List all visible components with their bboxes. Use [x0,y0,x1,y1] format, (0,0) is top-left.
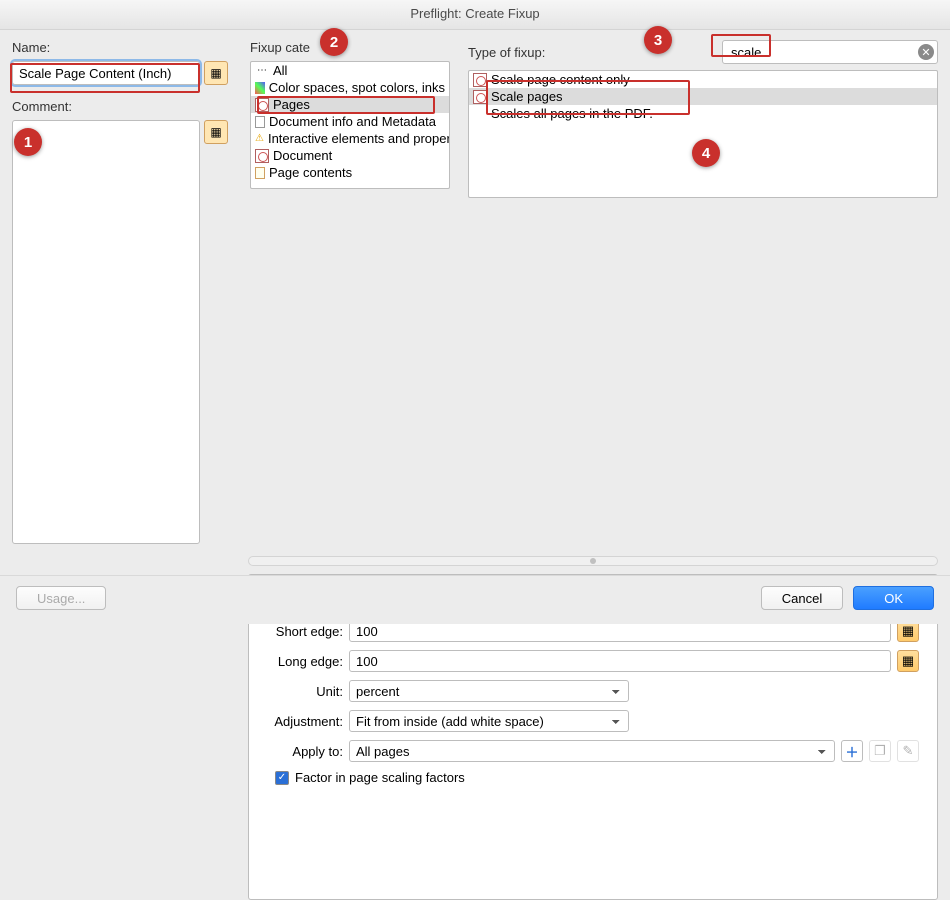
usage-button[interactable]: Usage... [16,586,106,610]
search-wrap: ✕ [722,40,938,64]
page-icon [255,167,265,179]
duplicate-button[interactable]: ❐ [869,740,891,762]
checkbox-checked-icon[interactable]: ✓ [275,771,289,785]
comment-variable-icon[interactable]: ▦ [204,120,228,144]
list-item[interactable]: Document info and Metadata [251,113,449,130]
clear-search-icon[interactable]: ✕ [918,44,934,60]
comment-label: Comment: [12,99,232,114]
dots-icon: ⋯ [255,64,269,78]
checkbox-row[interactable]: ✓ Factor in page scaling factors [275,770,919,785]
adjustment-label: Adjustment: [267,714,343,729]
list-item[interactable]: ⋯ All [251,62,449,79]
long-edge-variable-icon[interactable]: ▦ [897,650,919,672]
ok-button[interactable]: OK [853,586,934,610]
unit-label: Unit: [267,684,343,699]
fixup-type-label: Type of fixup: [468,45,545,60]
list-item-label: Page contents [269,165,352,180]
edit-button[interactable]: ✎ [897,740,919,762]
checkbox-label: Factor in page scaling factors [295,770,465,785]
callout-3: 3 [644,26,672,54]
warning-icon: ⚠ [255,132,264,146]
list-item-label: Interactive elements and proper [268,131,449,146]
adjustment-select[interactable]: Fit from inside (add white space) [349,710,629,732]
swatch-icon [255,82,265,94]
list-item[interactable]: Pages [251,96,449,113]
apply-to-label: Apply to: [267,744,343,759]
list-item-label: Document [273,148,332,163]
window-title: Preflight: Create Fixup [0,0,950,30]
fixups-list[interactable]: Scale page content only Scale pages Scal… [468,70,938,198]
short-edge-label: Short edge: [267,624,343,639]
name-input[interactable] [12,61,200,85]
cancel-button[interactable]: Cancel [761,586,843,610]
callout-2: 2 [320,28,348,56]
name-variable-icon[interactable]: ▦ [204,61,228,85]
list-item-label: Scale page content only [491,72,630,87]
long-edge-label: Long edge: [267,654,343,669]
search-input[interactable] [722,40,938,64]
list-item[interactable]: Document [251,147,449,164]
list-item[interactable]: Page contents [251,164,449,181]
list-item[interactable]: Scale page content only [469,71,937,88]
pdf-icon [255,98,269,112]
splitter-handle[interactable] [248,556,938,566]
list-item[interactable]: Scale pages [469,88,937,105]
unit-select[interactable]: percent [349,680,629,702]
categories-list[interactable]: ⋯ All Color spaces, spot colors, inks Pag… [250,61,450,189]
list-item[interactable]: Color spaces, spot colors, inks [251,79,449,96]
callout-4: 4 [692,139,720,167]
list-item-label: Color spaces, spot colors, inks [269,80,445,95]
comment-textarea[interactable] [12,120,200,544]
list-item-desc-label: Scales all pages in the PDF. [491,106,653,121]
list-item[interactable]: ⚠ Interactive elements and proper [251,130,449,147]
add-condition-button[interactable]: ＋ [841,740,863,762]
list-item-desc: Scales all pages in the PDF. [469,105,937,122]
callout-1: 1 [14,128,42,156]
list-item-label: Document info and Metadata [269,114,436,129]
name-label: Name: [12,40,232,55]
categories-label: Fixup cate [250,40,450,55]
list-item-label: All [273,63,287,78]
list-item-label: Pages [273,97,310,112]
long-edge-input[interactable] [349,650,891,672]
doc-icon [255,116,265,128]
pdf-icon [255,149,269,163]
apply-to-select[interactable]: All pages [349,740,835,762]
bottom-bar: Usage... Cancel OK [0,575,950,624]
pdf-icon [473,90,487,104]
splitter-grip-icon [590,558,596,564]
list-item-label: Scale pages [491,89,563,104]
pdf-icon [473,73,487,87]
